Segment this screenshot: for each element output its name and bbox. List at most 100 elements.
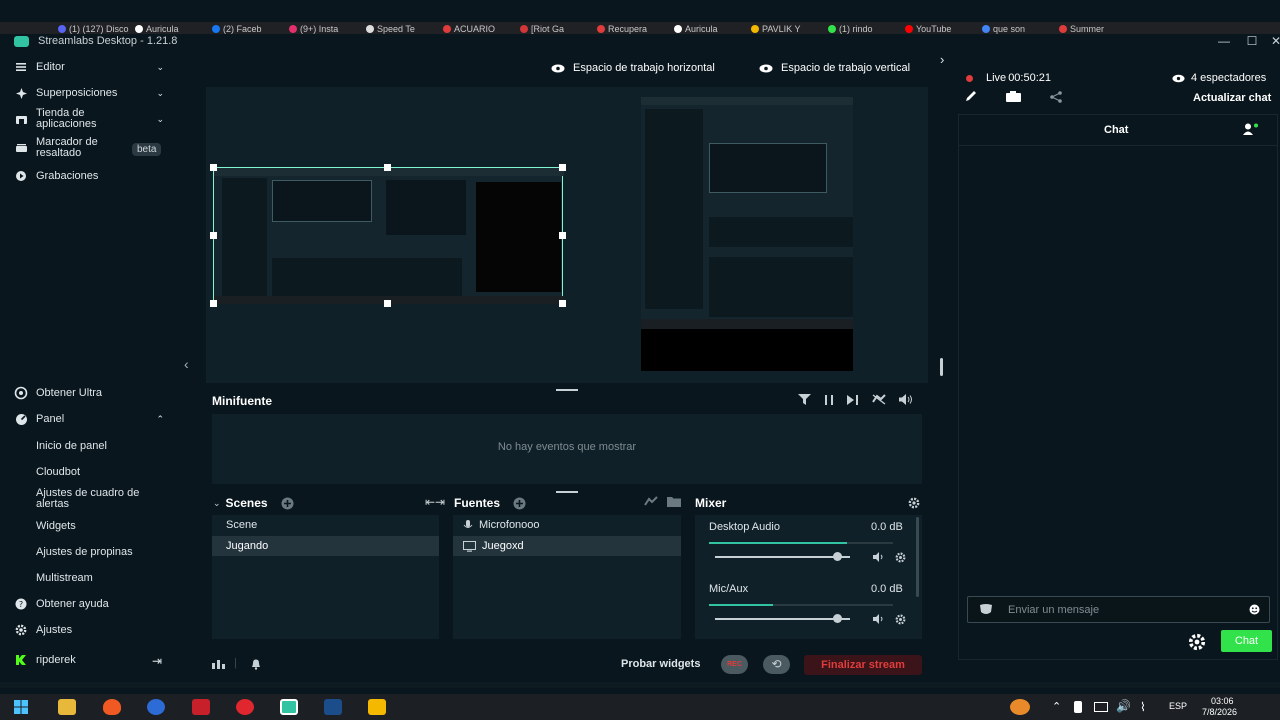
mute-alerts-icon[interactable] [872, 394, 886, 405]
workspace-vertical-toggle[interactable]: Espacio de trabajo vertical [759, 62, 910, 74]
source-item[interactable]: Juegoxd [453, 536, 681, 556]
resize-handle[interactable] [210, 232, 217, 239]
volume-icon[interactable] [873, 552, 885, 562]
browser-tab[interactable]: Auricula [674, 23, 746, 34]
scene-transition-icon[interactable]: ⇤⇥ [425, 495, 445, 509]
minimize-button[interactable]: — [1214, 34, 1234, 50]
share-icon[interactable] [1050, 91, 1062, 103]
volume-icon[interactable]: 🔊 [1116, 699, 1131, 713]
chat-settings-icon[interactable] [1188, 633, 1206, 651]
browser-tab[interactable]: YouTube [905, 23, 977, 34]
volume-slider-knob[interactable] [832, 614, 842, 623]
sidebar-sub-alertbox[interactable]: Ajustes de cuadro de alertas [36, 488, 166, 510]
sidebar-item-overlays[interactable]: Superposiciones [14, 86, 117, 100]
browser-tab[interactable]: Recupera [597, 23, 669, 34]
mixer-scrollbar[interactable] [916, 517, 919, 597]
source-item[interactable]: Microfonooo [453, 515, 681, 535]
chat-send-button[interactable]: Chat [1221, 630, 1272, 652]
replay-buffer-icon[interactable]: ⟲ [763, 655, 790, 674]
end-stream-button[interactable]: Finalizar stream [804, 655, 922, 675]
sidebar-item-ultra[interactable]: Obtener Ultra [14, 386, 102, 400]
browser-tab[interactable]: ACUARIO [443, 23, 515, 34]
sidebar-sub-multistream[interactable]: Multistream [36, 572, 93, 584]
browser-tab[interactable]: PAVLIK Y [751, 23, 823, 34]
stream-preview[interactable] [206, 87, 928, 383]
resize-handle[interactable] [559, 300, 566, 307]
close-button[interactable]: ✕ [1266, 34, 1280, 50]
add-source-icon[interactable] [513, 497, 526, 510]
chevron-down-icon[interactable]: ⌄ [156, 88, 164, 99]
chevron-down-icon[interactable]: ⌄ [156, 62, 164, 73]
browser-tab[interactable]: Summer [1059, 23, 1131, 34]
brave-browser-icon[interactable] [103, 699, 121, 715]
gear-icon[interactable] [895, 552, 906, 563]
resize-handle[interactable] [210, 300, 217, 307]
weather-icon[interactable] [1010, 699, 1030, 715]
gear-icon[interactable] [895, 614, 906, 625]
volume-icon[interactable] [873, 614, 885, 624]
browser-tab[interactable]: (9+) Insta [289, 23, 361, 34]
horizontal-scrollbar[interactable] [0, 682, 1280, 688]
resize-handle[interactable] [210, 164, 217, 171]
mixer-settings-icon[interactable] [908, 497, 920, 509]
network-icon[interactable]: ⌇ [1140, 700, 1146, 714]
chevron-right-icon[interactable]: › [940, 52, 944, 67]
sidebar-sub-dashboard-home[interactable]: Inicio de panel [36, 440, 107, 452]
tray-chevron-icon[interactable]: ⌃ [1052, 700, 1061, 713]
volume-slider[interactable] [715, 618, 850, 620]
browser-tab[interactable]: que son [982, 23, 1054, 34]
windows-start-icon[interactable] [14, 700, 28, 714]
scene-item[interactable]: Jugando [212, 536, 439, 556]
sidebar-item-panel[interactable]: Panel [14, 412, 64, 426]
sidebar-item-store[interactable]: Tienda de aplicaciones [14, 108, 126, 130]
add-folder-icon[interactable] [667, 496, 681, 507]
workspace-horizontal-toggle[interactable]: Espacio de trabajo horizontal [551, 62, 715, 74]
browser-tab[interactable]: (1) (127) Disco [58, 23, 130, 34]
battery-icon[interactable] [1094, 702, 1108, 712]
file-explorer-icon[interactable] [58, 699, 76, 715]
test-widgets-button[interactable]: Probar widgets [621, 658, 700, 670]
resize-handle[interactable] [384, 300, 391, 307]
opera-icon[interactable] [236, 699, 254, 715]
logout-icon[interactable]: ⇥ [152, 654, 162, 668]
sidebar-item-settings[interactable]: Ajustes [14, 623, 72, 637]
panel-resize-handle[interactable] [940, 358, 943, 376]
clock-time[interactable]: 03:06 [1211, 696, 1234, 706]
ea-app-icon[interactable] [147, 699, 165, 715]
sidebar-sub-cloudbot[interactable]: Cloudbot [36, 466, 80, 478]
browser-tab[interactable]: Speed Te [366, 23, 438, 34]
browser-tab[interactable]: [Riot Ga [520, 23, 592, 34]
refresh-chat-button[interactable]: Actualizar chat [1193, 92, 1271, 104]
resize-handle[interactable] [559, 164, 566, 171]
chat-input[interactable]: Enviar un mensaje [967, 596, 1270, 623]
vertical-canvas[interactable] [641, 97, 853, 371]
steam-icon[interactable] [324, 699, 342, 715]
usb-icon[interactable] [1074, 701, 1082, 713]
sidebar-item-recordings[interactable]: Grabaciones [14, 169, 98, 183]
sidebar-sub-tips[interactable]: Ajustes de propinas [36, 546, 133, 558]
chat-users-icon[interactable] [1243, 123, 1259, 136]
edit-stream-info-icon[interactable] [965, 90, 979, 102]
add-scene-icon[interactable] [281, 497, 294, 510]
camera-icon[interactable] [1006, 91, 1021, 102]
skip-icon[interactable] [847, 394, 859, 405]
horizontal-source-frame[interactable] [213, 167, 564, 304]
sidebar-sub-widgets[interactable]: Widgets [36, 520, 76, 532]
browser-tab[interactable]: (2) Faceb [212, 23, 284, 34]
clock-date[interactable]: 7/8/2026 [1202, 707, 1237, 717]
resize-handle[interactable] [559, 232, 566, 239]
sidebar-item-help[interactable]: ? Obtener ayuda [14, 597, 109, 611]
browser-tab[interactable]: (1) rindo [828, 23, 900, 34]
maximize-button[interactable]: ☐ [1242, 34, 1262, 50]
app-icon[interactable] [192, 699, 210, 715]
bell-icon[interactable] [250, 658, 262, 670]
drag-handle[interactable] [556, 491, 578, 493]
drag-handle[interactable] [556, 389, 578, 391]
sidebar-user[interactable]: ripderek [14, 653, 76, 667]
volume-slider-knob[interactable] [832, 552, 842, 561]
chevron-up-icon[interactable]: ⌃ [156, 414, 164, 425]
volume-icon[interactable] [899, 394, 913, 405]
browser-tab[interactable]: Auricula [135, 23, 207, 34]
chevron-down-icon[interactable]: ⌄ [156, 114, 164, 125]
streamlabs-taskbar-icon[interactable] [280, 699, 298, 715]
